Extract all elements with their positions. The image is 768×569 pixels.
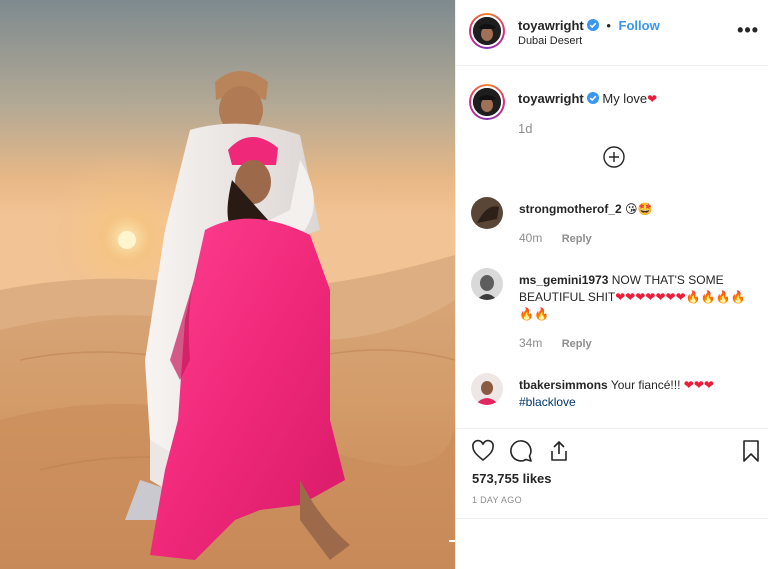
profile-photo <box>471 268 503 300</box>
reply-button[interactable]: Reply <box>562 233 592 245</box>
avatar[interactable] <box>469 84 505 120</box>
comment-time[interactable]: 34m <box>519 336 542 350</box>
post-date[interactable]: 1 DAY AGO <box>472 495 522 505</box>
comment-time[interactable]: 40m <box>519 231 542 245</box>
avatar[interactable] <box>469 13 505 49</box>
comment-icon[interactable] <box>509 439 533 463</box>
verified-badge-icon <box>586 92 599 104</box>
comment-hashtag[interactable]: #blacklove <box>519 395 576 409</box>
more-icon[interactable]: ••• <box>737 20 759 41</box>
profile-photo <box>471 197 503 229</box>
profile-photo <box>471 373 503 405</box>
caption-username[interactable]: toyawright <box>518 91 584 106</box>
add-comment-area[interactable] <box>456 518 768 569</box>
comment-text: Your fiancé!!! <box>610 378 681 392</box>
post-actions: 573,755 likes 1 DAY AGO <box>456 428 768 569</box>
caption-time[interactable]: 1d <box>518 121 532 136</box>
plus-circle-icon[interactable] <box>603 146 625 168</box>
comment-username[interactable]: strongmotherof_2 <box>519 202 622 216</box>
avatar[interactable] <box>471 197 503 229</box>
verified-badge-icon <box>586 19 599 31</box>
comment-item: strongmotherof_2 😘🤩 40m Reply <box>456 197 768 257</box>
avatar[interactable] <box>471 373 503 405</box>
instagram-post: toyawright • Follow Dubai Desert ••• toy… <box>0 0 768 569</box>
post-header: toyawright • Follow Dubai Desert ••• <box>456 0 768 66</box>
comment-username[interactable]: ms_gemini1973 <box>519 273 608 287</box>
caption-emoji: ❤ <box>647 92 658 106</box>
post-side-panel: toyawright • Follow Dubai Desert ••• toy… <box>455 0 768 569</box>
bookmark-icon[interactable] <box>739 439 763 463</box>
post-username[interactable]: toyawright <box>518 18 584 33</box>
separator-dot: • <box>606 18 611 33</box>
comment-emoji: 😘🤩 <box>625 202 653 216</box>
share-icon[interactable] <box>547 439 571 463</box>
post-photo[interactable] <box>0 0 455 569</box>
comment-item: ms_gemini1973 NOW THAT'S SOME BEAUTIFUL … <box>456 268 768 358</box>
reply-button[interactable]: Reply <box>562 338 592 350</box>
avatar[interactable] <box>471 268 503 300</box>
heart-icon[interactable] <box>471 439 495 463</box>
comment-username[interactable]: tbakersimmons <box>519 378 608 392</box>
comment-emoji: ❤❤❤ <box>683 378 714 392</box>
comment-item: tbakersimmons Your fiancé!!! ❤❤❤ #blackl… <box>456 373 768 417</box>
likes-count[interactable]: 573,755 likes <box>472 471 552 486</box>
profile-photo <box>473 88 501 116</box>
post-location[interactable]: Dubai Desert <box>518 35 582 47</box>
caption-text: My love <box>602 91 648 106</box>
follow-button[interactable]: Follow <box>619 18 660 33</box>
desert-couple-image <box>0 0 455 569</box>
profile-photo <box>473 17 501 45</box>
